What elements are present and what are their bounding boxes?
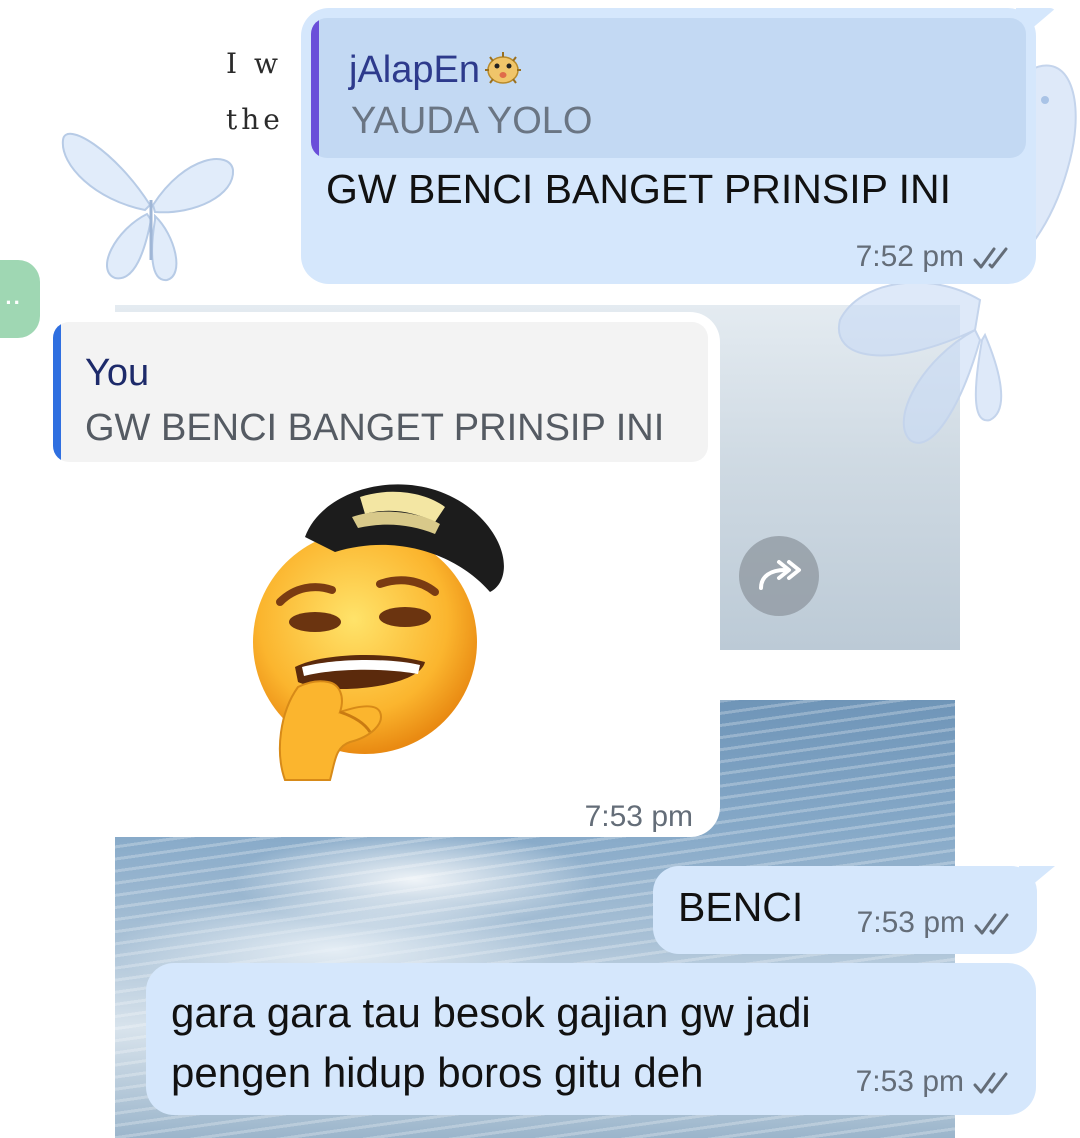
reply-quote-bar <box>311 18 319 158</box>
side-panel-handle[interactable]: ·· <box>0 260 40 338</box>
reply-quote-text: GW BENCI BANGET PRINSIP INI <box>85 407 665 449</box>
outgoing-message-bubble[interactable]: gara gara tau besok gajian gw jadi penge… <box>146 963 1036 1115</box>
wallpaper-poem-line: I w <box>226 47 282 80</box>
reply-quote[interactable]: jAlapEn YAUDA YOLO <box>311 18 1026 158</box>
reply-quote[interactable]: You GW BENCI BANGET PRINSIP INI <box>53 322 708 462</box>
message-timestamp: 7:52 pm <box>855 240 964 273</box>
thinking-face-sticker-icon[interactable] <box>240 462 570 792</box>
message-timestamp: 7:53 pm <box>856 906 965 939</box>
reply-quote-sender: jAlapEn <box>349 48 524 92</box>
double-check-icon <box>973 247 1008 269</box>
outgoing-message-bubble[interactable]: BENCI 7:53 pm <box>653 866 1055 954</box>
double-check-icon <box>973 1072 1008 1094</box>
forward-arrow-icon <box>759 560 801 590</box>
handle-dots-icon: ·· <box>5 290 22 315</box>
butterfly-icon <box>61 132 235 281</box>
reply-quote-bar <box>53 322 61 462</box>
reply-quote-sender: You <box>85 352 150 394</box>
message-timestamp: 7:53 pm <box>855 1065 964 1098</box>
message-text: gara gara tau besok gajian gw jadi penge… <box>171 989 811 1096</box>
pufferfish-emoji-icon <box>484 52 521 84</box>
forward-button[interactable] <box>739 536 819 616</box>
message-text: BENCI <box>678 884 804 930</box>
message-text: GW BENCI BANGET PRINSIP INI <box>326 166 951 212</box>
incoming-message-bubble[interactable]: You GW BENCI BANGET PRINSIP INI 7:53 pm <box>45 312 720 837</box>
reply-quote-text: YAUDA YOLO <box>351 100 593 142</box>
outgoing-message-bubble[interactable]: jAlapEn YAUDA YOLO GW BENCI BANGET PRINS… <box>301 8 1056 284</box>
message-timestamp: 7:53 pm <box>584 800 693 833</box>
double-check-icon <box>974 913 1009 935</box>
